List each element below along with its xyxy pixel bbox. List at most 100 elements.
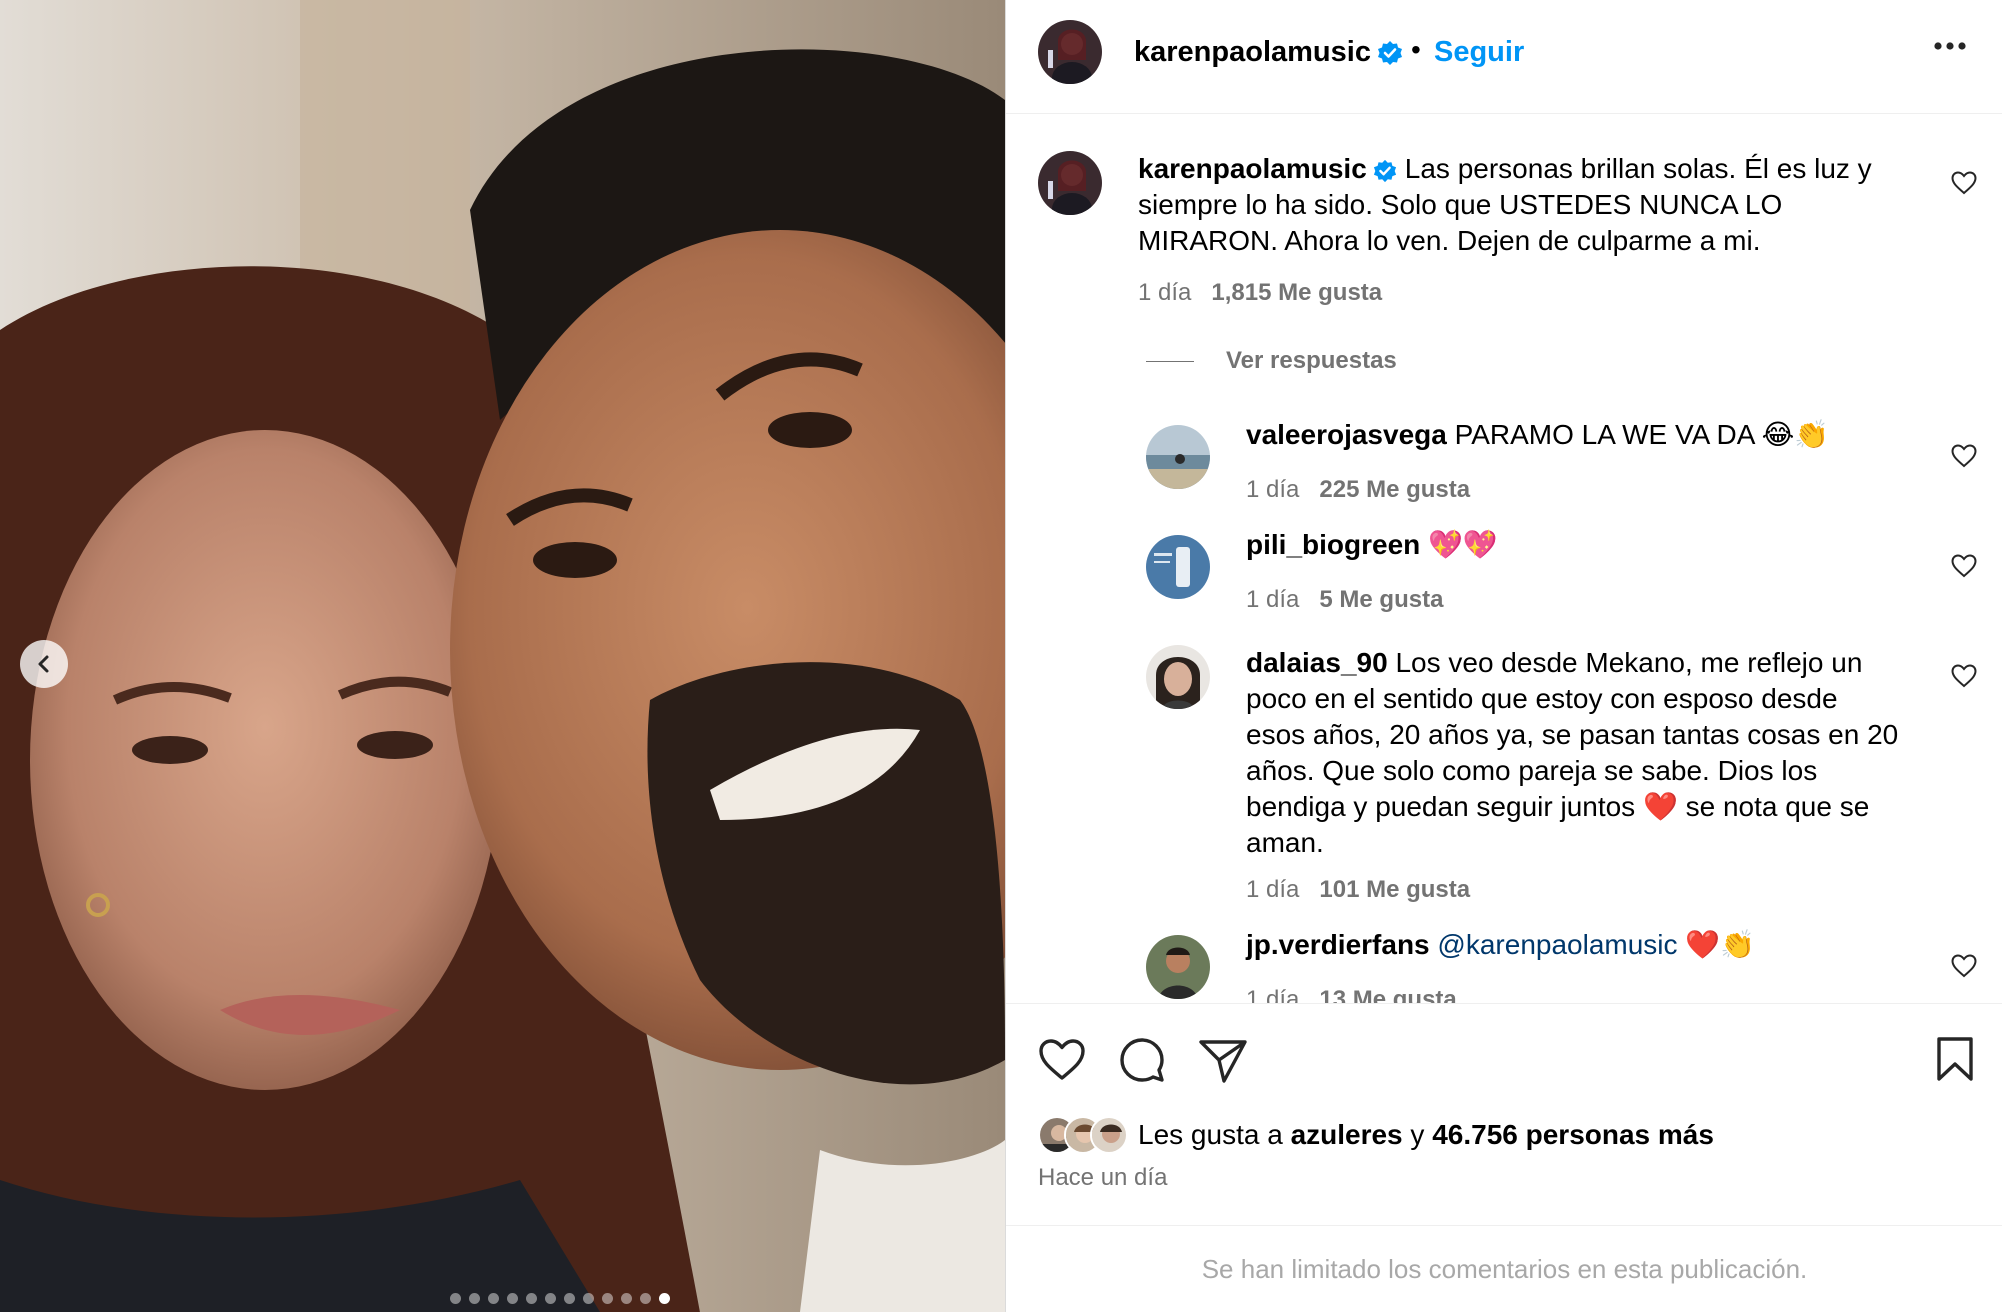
caption-meta: 1 día 1,815 Me gusta [1138,279,1382,307]
comment-line-1: Los veo desde Mekano, me reflejo un [1395,647,1863,678]
comment-meta: 1 día 13 Me gusta [1246,986,1457,1003]
heart-outline-icon [1951,954,1977,978]
heart-outline-icon [1951,171,1977,195]
comment-meta: 1 día 101 Me gusta [1246,876,1470,904]
comment-avatar[interactable] [1146,935,1210,999]
comment-likes[interactable]: 5 Me gusta [1319,586,1443,613]
comment-avatar[interactable] [1146,535,1210,599]
comment-text: valeerojasvega PARAMO LA WE VA DA 😂👏 [1246,417,1926,453]
carousel-dot [564,1293,575,1304]
comment-likes[interactable]: 13 Me gusta [1319,986,1456,1003]
carousel-dot [640,1293,651,1304]
carousel-dot [583,1293,594,1304]
comment-mention-link[interactable]: @karenpaolamusic [1437,929,1677,960]
comment-text: dalaias_90 Los veo desde Mekano, me refl… [1246,645,1946,861]
heart-outline-icon [1951,554,1977,578]
more-options-button[interactable] [1933,38,1967,56]
carousel-dot [507,1293,518,1304]
heart-outline-icon [1039,1039,1085,1080]
author-username-text: karenpaolamusic [1134,36,1371,68]
carousel-dot [488,1293,499,1304]
comment-line-2: poco en el sentido que estoy con esposo … [1246,683,1838,714]
comment-meta: 1 día 5 Me gusta [1246,586,1443,614]
caption-line-1: Las personas brillan solas. Él es luz y [1404,153,1872,184]
like-button[interactable] [1038,1038,1086,1087]
comment-time: 1 día [1246,476,1300,503]
follow-button[interactable]: Seguir [1434,36,1524,69]
comment-text: jp.verdierfans @karenpaolamusic ❤️👏 [1246,927,1926,963]
comment-line-3: esos años, 20 años ya, se pasan tantas c… [1246,719,1899,750]
comment-time: 1 día [1246,586,1300,613]
send-paper-plane-icon [1199,1040,1247,1083]
post-photo [0,0,1005,1312]
carousel-dots [0,1293,1005,1304]
verified-badge-icon [1377,41,1402,66]
liker-avatar [1090,1116,1128,1154]
save-button[interactable] [1936,1036,1974,1087]
comment-username[interactable]: dalaias_90 [1246,647,1388,678]
carousel-dot [621,1293,632,1304]
carousel-dot [469,1293,480,1304]
post-header: karenpaolamusic • Seguir [1006,0,2002,114]
comment-username[interactable]: pili_biogreen [1246,529,1420,560]
carousel-dot [450,1293,461,1304]
carousel-previous-button[interactable] [20,640,68,688]
comment-line-6: aman. [1246,827,1324,858]
comments-list[interactable]: karenpaolamusic Las personas brillan sola… [1006,115,2002,1003]
comment-username[interactable]: valeerojasvega [1246,419,1447,450]
more-horizontal-icon [1934,42,1966,50]
heart-outline-icon [1951,664,1977,688]
view-replies-divider [1146,361,1194,363]
comment-button[interactable] [1118,1036,1166,1089]
comment-bubble-icon [1120,1038,1164,1082]
post-side-panel: karenpaolamusic • Seguir karenpaolamusic… [1005,0,2002,1312]
liked-by-prefix: Les gusta a [1138,1119,1283,1150]
caption-avatar[interactable] [1038,151,1102,215]
comment-line-5: bendiga y puedan seguir juntos ❤️ se not… [1246,791,1870,822]
author-username[interactable]: karenpaolamusic [1134,36,1403,69]
verified-badge-icon [1373,159,1396,182]
comment-time: 1 día [1246,986,1300,1003]
comment-likes[interactable]: 101 Me gusta [1319,876,1470,903]
view-replies-button[interactable]: Ver respuestas [1146,347,1397,375]
caption-line-3: MIRARON. Ahora lo ven. Dejen de culparme… [1138,225,1761,256]
carousel-dot [602,1293,613,1304]
carousel-dot-active [659,1293,670,1304]
author-avatar[interactable] [1038,20,1102,84]
carousel-dot [526,1293,537,1304]
heart-outline-icon [1951,444,1977,468]
view-replies-label: Ver respuestas [1226,347,1397,374]
header-separator: • [1411,34,1421,65]
post-actions: Les gusta a azuleres y 46.756 personas m… [1006,1003,2002,1225]
comment-like-button[interactable] [1951,444,1977,473]
comment-username[interactable]: jp.verdierfans [1246,929,1430,960]
comments-limited-notice: Se han limitado los comentarios en esta … [1006,1225,2002,1312]
liked-by-user[interactable]: azuleres [1291,1119,1403,1151]
caption-text: karenpaolamusic Las personas brillan sola… [1138,151,1918,259]
comment-avatar[interactable] [1146,425,1210,489]
liked-by-others[interactable]: 46.756 personas más [1432,1119,1714,1151]
liked-by-connector: y [1410,1119,1425,1150]
caption-likes[interactable]: 1,815 Me gusta [1211,279,1382,306]
comment-like-button[interactable] [1951,954,1977,983]
comment-body: PARAMO LA WE VA DA 😂👏 [1454,419,1830,450]
caption-time: 1 día [1138,279,1192,306]
caption-username[interactable]: karenpaolamusic [1138,153,1367,184]
comment-avatar[interactable] [1146,645,1210,709]
liker-avatars[interactable] [1038,1116,1128,1154]
caption-like-button[interactable] [1951,171,1977,200]
post-time: Hace un día [1038,1164,1168,1191]
share-button[interactable] [1198,1038,1248,1089]
bookmark-icon [1937,1037,1973,1081]
chevron-left-icon [38,655,49,673]
comment-likes[interactable]: 225 Me gusta [1319,476,1470,503]
comment-line-4: años. Que solo como pareja se sabe. Dios… [1246,755,1818,786]
comment-meta: 1 día 225 Me gusta [1246,476,1470,504]
liked-by-summary: Les gusta a azuleres y 46.756 personas m… [1038,1116,1714,1154]
comment-like-button[interactable] [1951,554,1977,583]
comment-like-button[interactable] [1951,664,1977,693]
comment-time: 1 día [1246,876,1300,903]
comment-body: 💖💖 [1428,529,1498,560]
carousel-dot [545,1293,556,1304]
post-media[interactable] [0,0,1005,1312]
